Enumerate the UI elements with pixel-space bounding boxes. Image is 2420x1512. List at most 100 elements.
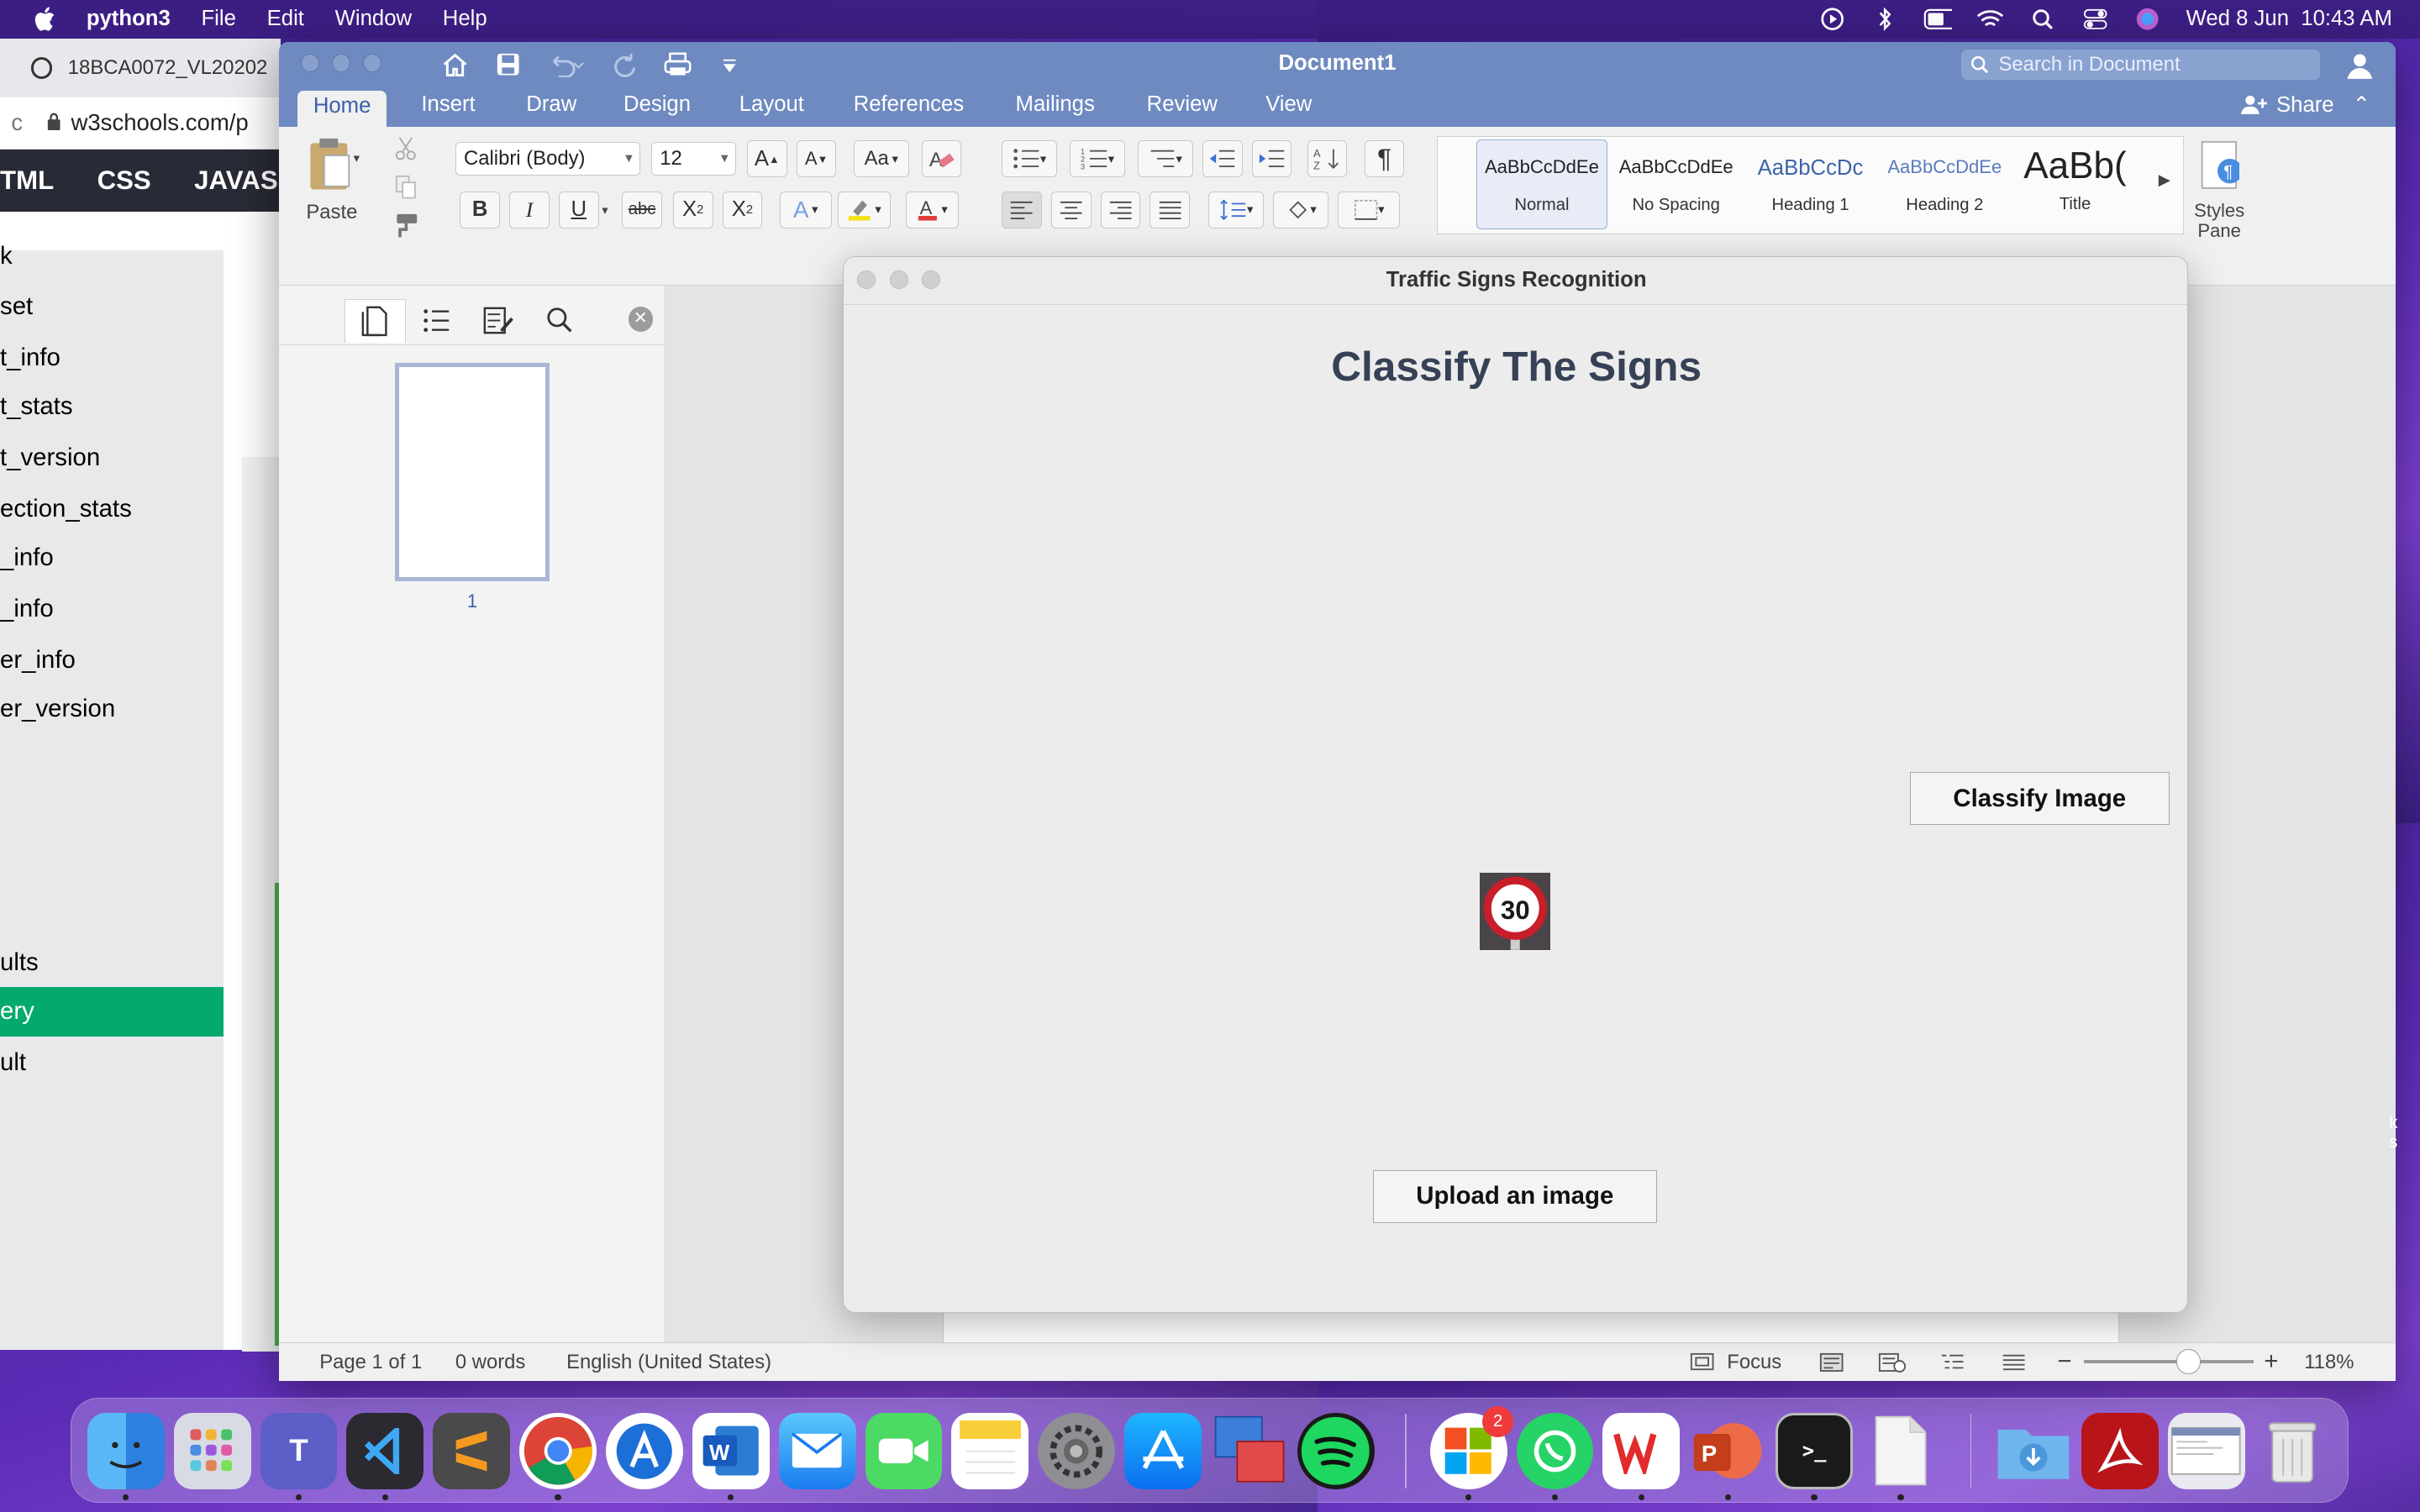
menu-clock[interactable]: Wed 8 Jun 10:43 AM bbox=[2186, 7, 2392, 31]
sidenav-item[interactable]: ult bbox=[0, 1038, 224, 1088]
print-layout-icon[interactable] bbox=[1819, 1352, 1844, 1378]
finder-icon[interactable] bbox=[87, 1412, 165, 1490]
numbering-button[interactable]: 1 2 3 ▾ bbox=[1069, 140, 1125, 178]
cut-icon[interactable] bbox=[391, 134, 422, 162]
whatsapp-icon[interactable] bbox=[1516, 1412, 1594, 1490]
sidenav-item[interactable]: _info bbox=[0, 585, 224, 634]
menu-app-name[interactable]: python3 bbox=[87, 7, 171, 31]
wps-office-icon[interactable] bbox=[1602, 1412, 1681, 1490]
show-formatting-marks-button[interactable]: ¶ bbox=[1364, 140, 1405, 178]
screenshot-thumbnail-icon[interactable] bbox=[2167, 1412, 2245, 1490]
outline-view-icon[interactable] bbox=[1940, 1352, 1965, 1378]
page-count[interactable]: Page 1 of 1 bbox=[319, 1351, 422, 1374]
sublime-text-icon[interactable] bbox=[433, 1412, 511, 1490]
line-spacing-button[interactable]: ▾ bbox=[1208, 191, 1265, 228]
acrobat-icon[interactable] bbox=[2081, 1412, 2159, 1490]
wifi-icon[interactable] bbox=[1976, 7, 2004, 31]
tab-review[interactable]: Review bbox=[1147, 92, 1218, 117]
paste-icon[interactable] bbox=[301, 134, 356, 196]
sidenav-item-active[interactable]: ery bbox=[0, 987, 224, 1037]
tab-home[interactable]: Home bbox=[297, 91, 387, 127]
xcode-icon[interactable] bbox=[605, 1412, 683, 1490]
draft-view-icon[interactable] bbox=[2002, 1352, 2026, 1378]
text-effects-button[interactable]: A ▾ bbox=[779, 191, 832, 228]
style-normal[interactable]: AaBbCcDdEe Normal bbox=[1476, 139, 1607, 229]
clear-formatting-button[interactable]: A bbox=[921, 140, 962, 178]
subscript-button[interactable]: X2 bbox=[672, 191, 713, 228]
page-thumbnails-icon[interactable] bbox=[344, 299, 407, 343]
web-layout-icon[interactable] bbox=[1878, 1352, 1907, 1378]
menu-help[interactable]: Help bbox=[443, 7, 487, 31]
change-case-button[interactable]: Aa ▾ bbox=[853, 140, 909, 178]
document-map-icon[interactable] bbox=[406, 299, 467, 342]
superscript-button[interactable]: X2 bbox=[722, 191, 763, 228]
battery-icon[interactable] bbox=[1923, 7, 1952, 31]
classify-image-button[interactable]: Classify Image bbox=[1909, 772, 2170, 825]
zoom-slider-thumb[interactable] bbox=[2176, 1349, 2202, 1374]
app-store-icon[interactable] bbox=[1124, 1412, 1202, 1490]
close-pane-icon[interactable]: ✕ bbox=[628, 307, 653, 332]
language-status[interactable]: English (United States) bbox=[566, 1351, 771, 1374]
topnav-html[interactable]: TML bbox=[0, 165, 76, 196]
sidenav-item[interactable]: k bbox=[0, 232, 224, 281]
paste-options-icon[interactable]: ▾ bbox=[354, 151, 360, 165]
increase-indent-button[interactable] bbox=[1251, 140, 1292, 178]
control-center-icon[interactable] bbox=[2081, 7, 2109, 31]
tab-draw[interactable]: Draw bbox=[526, 92, 576, 117]
tab-mailings[interactable]: Mailings bbox=[1016, 92, 1095, 117]
strikethrough-button[interactable]: abc bbox=[622, 191, 662, 228]
terminal-icon[interactable]: >_ bbox=[1776, 1412, 1854, 1490]
browser-tab[interactable]: 18BCA0072_VL20202 bbox=[0, 38, 281, 97]
microsoft-office-icon[interactable]: 2 bbox=[1429, 1406, 1513, 1490]
topnav-css[interactable]: CSS bbox=[76, 165, 173, 196]
style-title[interactable]: AaBb( Title bbox=[2013, 139, 2137, 229]
apple-icon[interactable] bbox=[31, 5, 59, 33]
style-heading-2[interactable]: AaBbCcDdEe Heading 2 bbox=[1879, 139, 2010, 229]
teams-icon[interactable]: T bbox=[260, 1412, 338, 1490]
italic-button[interactable]: I bbox=[509, 191, 550, 228]
tab-insert[interactable]: Insert bbox=[421, 92, 475, 117]
zoom-out-icon[interactable]: − bbox=[2057, 1347, 2071, 1376]
sidenav-item[interactable]: _info bbox=[0, 533, 224, 583]
focus-icon[interactable] bbox=[1690, 1352, 1714, 1377]
font-color-button[interactable]: A ▾ bbox=[906, 191, 959, 228]
style-heading-1[interactable]: AaBbCcDc Heading 1 bbox=[1744, 139, 1876, 229]
align-right-button[interactable] bbox=[1100, 191, 1141, 228]
siri-icon[interactable] bbox=[2133, 7, 2161, 31]
bold-button[interactable]: B bbox=[460, 191, 501, 228]
sidenav-item[interactable]: t_version bbox=[0, 433, 224, 483]
align-left-button[interactable] bbox=[1002, 191, 1042, 228]
sidenav-item[interactable]: er_version bbox=[0, 685, 224, 734]
tab-design[interactable]: Design bbox=[623, 92, 691, 117]
sort-button[interactable]: AZ bbox=[1307, 140, 1348, 178]
now-playing-icon[interactable] bbox=[1819, 7, 1847, 31]
zoom-percentage[interactable]: 118% bbox=[2304, 1351, 2354, 1374]
powerpoint-icon[interactable]: P bbox=[1689, 1413, 1766, 1490]
sidenav-item[interactable]: t_stats bbox=[0, 382, 224, 432]
styles-pane-icon[interactable]: ¶ bbox=[2196, 139, 2243, 194]
review-pane-icon[interactable] bbox=[467, 299, 529, 342]
font-size-combo[interactable]: 12 ▼ bbox=[651, 141, 737, 176]
reload-icon[interactable]: c bbox=[0, 109, 34, 136]
vscode-icon[interactable] bbox=[346, 1412, 424, 1490]
menu-edit[interactable]: Edit bbox=[267, 7, 304, 31]
shading-button[interactable]: ▾ bbox=[1273, 191, 1329, 228]
justify-button[interactable] bbox=[1150, 191, 1191, 228]
trash-icon[interactable] bbox=[2254, 1413, 2332, 1490]
word-count[interactable]: 0 words bbox=[455, 1351, 526, 1374]
document-icon[interactable] bbox=[1862, 1413, 1939, 1490]
sidenav-item[interactable]: er_info bbox=[0, 636, 224, 685]
launchpad-icon[interactable] bbox=[173, 1412, 251, 1490]
tab-references[interactable]: References bbox=[854, 92, 964, 117]
borders-button[interactable]: ▾ bbox=[1338, 191, 1400, 228]
format-painter-icon[interactable] bbox=[387, 212, 421, 239]
decrease-indent-button[interactable] bbox=[1202, 140, 1243, 178]
spotify-icon[interactable] bbox=[1297, 1412, 1375, 1490]
shrink-font-button[interactable]: A ▼ bbox=[796, 140, 837, 178]
sidenav-item[interactable]: set bbox=[0, 282, 224, 332]
browser-address-bar[interactable]: c w3schools.com/p bbox=[0, 97, 281, 150]
system-preferences-icon[interactable] bbox=[1038, 1412, 1116, 1490]
sidenav-item[interactable]: t_info bbox=[0, 333, 224, 383]
downloads-folder-icon[interactable] bbox=[1995, 1413, 2072, 1490]
account-icon[interactable] bbox=[2344, 50, 2375, 81]
